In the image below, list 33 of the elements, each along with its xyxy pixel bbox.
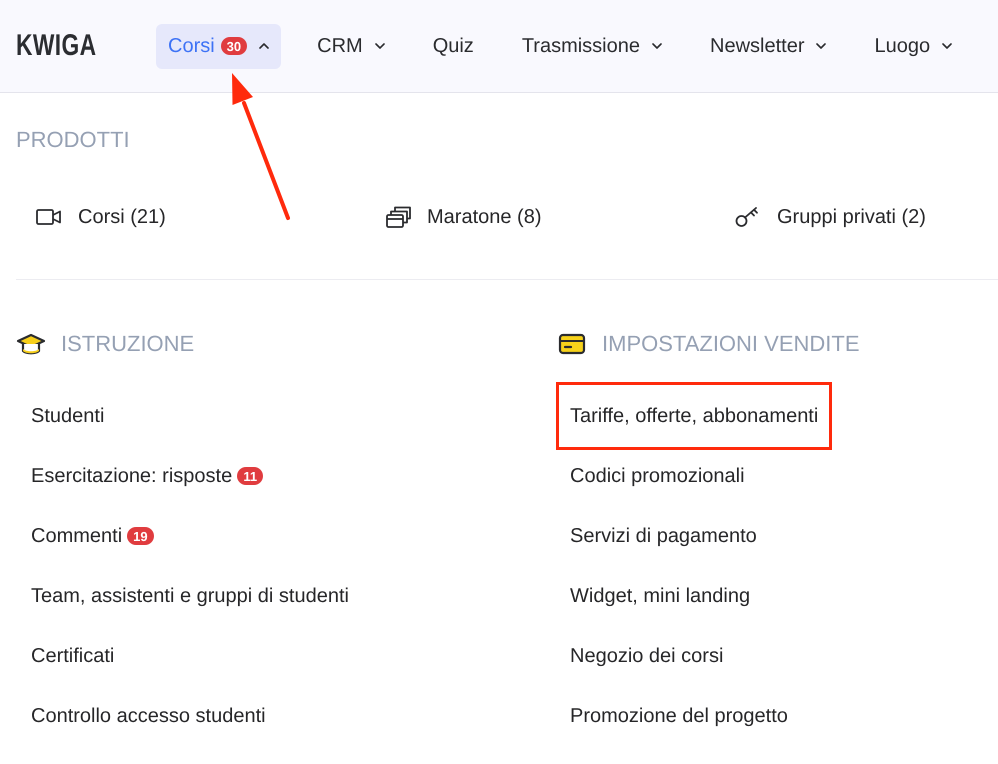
nav-tab[interactable]: CRM xyxy=(305,24,397,68)
nav-tab[interactable]: Trasmissione xyxy=(510,24,674,68)
menu-link[interactable]: Codici promozionali xyxy=(570,464,745,488)
menu-link[interactable]: Esercitazione: risposte xyxy=(31,464,232,488)
graduation-cap-icon xyxy=(16,332,46,356)
count-badge: 30 xyxy=(220,37,248,55)
key-icon xyxy=(735,206,761,228)
product-link[interactable]: Corsi (21) xyxy=(78,206,166,228)
menu-link[interactable]: Widget, mini landing xyxy=(570,584,750,608)
section-heading: IMPOSTAZIONI VENDITE xyxy=(602,331,860,357)
count-badge: 11 xyxy=(237,467,264,485)
menu-link[interactable]: Certificati xyxy=(31,644,114,668)
stacked-cards-icon xyxy=(385,206,411,228)
logo[interactable]: KWIGA xyxy=(16,31,96,61)
nav-tab[interactable]: Quiz xyxy=(420,24,486,68)
menu-link[interactable]: Controllo accesso studenti xyxy=(31,704,266,728)
product-link[interactable]: Gruppi privati (2) xyxy=(777,206,926,228)
menu-link[interactable]: Team, assistenti e gruppi di studenti xyxy=(31,584,349,608)
count-badge: 19 xyxy=(127,527,154,545)
nav-tab[interactable]: Corsi 30 xyxy=(156,24,282,68)
menu-link[interactable]: Negozio dei corsi xyxy=(570,644,724,668)
menu-link[interactable]: Studenti xyxy=(31,404,104,428)
product-link[interactable]: Maratone (8) xyxy=(427,206,542,228)
menu-link[interactable]: Servizi di pagamento xyxy=(570,524,757,548)
nav-tab[interactable]: Luogo xyxy=(862,24,964,68)
menu-link[interactable]: Tariffe, offerte, abbonamenti xyxy=(556,382,832,450)
credit-card-icon xyxy=(557,332,587,356)
menu-link[interactable]: Commenti xyxy=(31,524,122,548)
section-heading: ISTRUZIONE xyxy=(61,331,194,357)
nav-tab[interactable]: Newsletter xyxy=(698,24,838,68)
section-heading: PRODOTTI xyxy=(16,127,130,153)
menu-link[interactable]: Promozione del progetto xyxy=(570,704,788,728)
video-camera-icon xyxy=(36,206,62,228)
